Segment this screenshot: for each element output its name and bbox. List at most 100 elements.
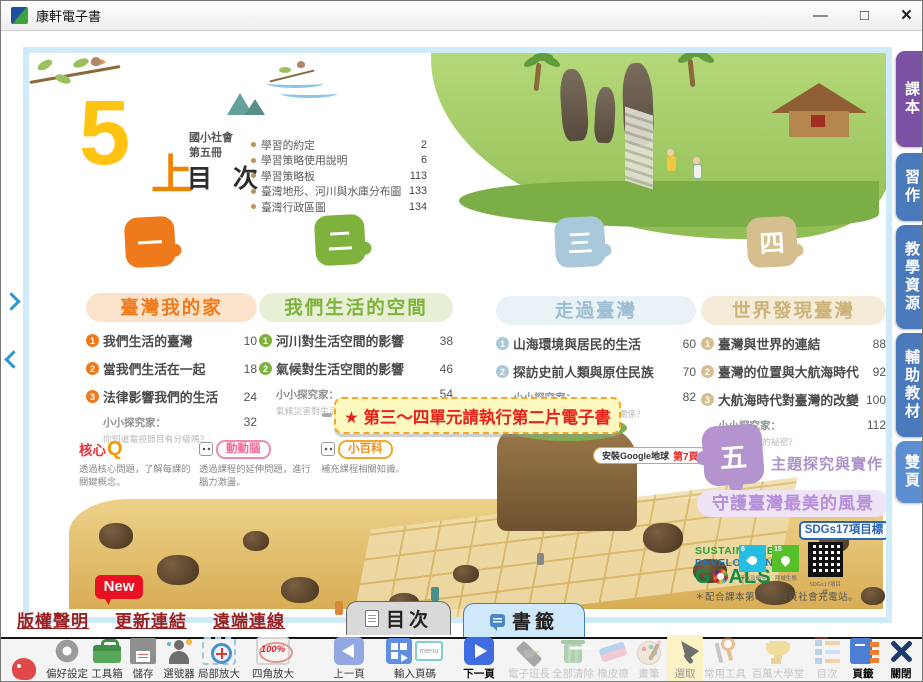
page-tabs-button[interactable]: 頁籤	[845, 635, 881, 682]
tab-dual-page[interactable]: 雙頁	[896, 441, 922, 503]
toolbox-button[interactable]: 工具箱	[89, 635, 125, 682]
previous-arrow-icon	[334, 637, 364, 665]
number-picker-button[interactable]: 選號器	[161, 635, 197, 682]
checklist-icon	[810, 637, 844, 665]
tab-workbook[interactable]: 習作	[896, 153, 922, 221]
update-link[interactable]: 更新連結	[115, 607, 187, 632]
tab-auxiliary-materials[interactable]: 輔助教材	[896, 333, 922, 437]
walking-person	[537, 553, 544, 565]
sdgs-17-goals-button[interactable]: SDGs17項目標	[799, 521, 886, 540]
compass-icon	[708, 637, 742, 665]
list-item: 學習策略板113	[251, 168, 427, 184]
unit1-stamp-icon: 一	[124, 216, 177, 269]
rock	[99, 523, 133, 549]
list-item: 學習策略使用說明6	[251, 153, 427, 169]
toc-entry: 1山海環境與居民的生活60	[496, 334, 696, 353]
maximize-button[interactable]: □	[860, 1, 869, 31]
tree-icon	[779, 554, 792, 567]
stone-stairs	[625, 106, 653, 189]
sdg-qr-code	[808, 542, 843, 577]
toc-entry: 2臺灣的位置與大航海時代92	[701, 362, 886, 381]
window-title: 康軒電子書	[36, 6, 101, 25]
unit4-title: 世界發現臺灣	[701, 296, 886, 325]
graduation-cap-icon	[512, 637, 546, 665]
page-canvas-frame: 5 上 國小社會 第五冊 目 次 學習的約定2 學習策略使用說明6 學習策略板1…	[23, 47, 892, 623]
area-zoom-button[interactable]: 局部放大	[197, 635, 241, 682]
mascot-icon	[12, 658, 36, 680]
hut-door	[811, 115, 825, 127]
clear-all-button[interactable]: 全部清除	[551, 635, 595, 682]
hill-shade	[459, 181, 879, 227]
save-button[interactable]: 儲存	[125, 635, 161, 682]
page-back-arrow[interactable]	[4, 350, 22, 368]
toc-entry: 1我們生活的臺灣10	[86, 331, 257, 350]
sdg-goal15-tile: 15	[772, 545, 799, 572]
toc-entry: 3法律影響我們的生活24	[86, 387, 257, 406]
select-tool-button[interactable]: 選取	[667, 635, 703, 682]
unit3-title: 走過臺灣	[496, 296, 696, 325]
remote-connection-link[interactable]: 遠端連線	[213, 607, 285, 632]
unit2-title: 我們生活的空間	[259, 293, 453, 322]
rock	[157, 555, 199, 585]
robot-mascot-icon	[199, 442, 213, 456]
walking-kid	[667, 149, 676, 171]
eraser-button[interactable]: 橡皮擦	[595, 635, 631, 682]
unit2-stamp-icon: 二	[314, 214, 367, 267]
pen-button[interactable]: 畫筆	[631, 635, 667, 682]
preferences-button[interactable]: 偏好設定	[45, 635, 89, 682]
title-bar: 康軒電子書	[1, 1, 923, 31]
tabbed-book-icon	[846, 637, 880, 665]
quiz-game-button[interactable]: 百萬大學堂	[747, 635, 809, 682]
rock	[643, 523, 683, 553]
close-window-button[interactable]: ×	[901, 1, 912, 31]
close-app-button[interactable]: 關閉	[881, 635, 921, 682]
toc-entry: 1臺灣與世界的連結88	[701, 334, 886, 353]
class-monitor-button[interactable]: 電子班長	[507, 635, 551, 682]
toc-entry: 2氣候對生活空間的影響46	[259, 359, 453, 378]
new-badge: New	[95, 575, 143, 599]
corner-zoom-button[interactable]: 100% 四角放大	[241, 635, 305, 682]
page-grid-icon: menu	[386, 637, 444, 665]
page-forward-arrow[interactable]	[2, 292, 20, 310]
list-item: 臺灣地形、河川與水庫分布圖133	[251, 184, 427, 200]
toc-entry: 2探訪史前人類與原住民族70	[496, 362, 696, 381]
standing-stone	[594, 87, 617, 144]
trophy-icon	[761, 637, 795, 665]
page-input-button[interactable]: menu 輸入頁碼	[379, 635, 451, 682]
feature-encyclopedia: 小百科 補充課程相關知識。	[321, 439, 439, 476]
series-label: 國小社會 第五冊	[189, 131, 233, 161]
tab-textbook[interactable]: 課本	[896, 51, 922, 147]
tab-teaching-resources[interactable]: 教學資源	[896, 225, 922, 329]
common-tools-button[interactable]: 常用工具	[703, 635, 747, 682]
rock	[243, 531, 269, 551]
eraser-icon	[596, 637, 630, 665]
palette-brush-icon	[632, 637, 666, 665]
bird-icon	[91, 57, 101, 66]
toc-entry: 3大航海時代對臺灣的改變100	[701, 390, 886, 409]
bookmark-icon	[490, 614, 505, 627]
minimize-button[interactable]: —	[813, 1, 828, 31]
rock	[281, 577, 319, 603]
walking-kid	[693, 157, 702, 179]
unit3-stamp-icon: 三	[554, 216, 607, 269]
toc-button[interactable]: 目次	[809, 635, 845, 682]
ebook-app-window: 康軒電子書 — □ ×	[0, 0, 923, 682]
bottom-toolbar: 偏好設定 工具箱 儲存 選號器 局部放大 100% 四角放大 上一頁	[1, 637, 923, 682]
next-page-button[interactable]: 下一頁	[451, 635, 507, 682]
unit1-items: 1我們生活的臺灣10 2當我們生活在一起18 3法律影響我們的生活24 小小探究…	[86, 331, 257, 445]
rock	[861, 587, 885, 605]
menu-box-icon: menu	[415, 641, 443, 661]
unit5-title: 主題探究與實作	[771, 453, 883, 474]
trash-icon	[556, 637, 590, 665]
person-picker-icon	[162, 637, 196, 665]
toolbox-icon	[90, 637, 124, 665]
cursor-icon	[668, 637, 702, 665]
previous-page-button[interactable]: 上一頁	[319, 635, 379, 682]
bottom-tab-bookmark[interactable]: 書籤	[463, 603, 585, 637]
sea-wave	[281, 89, 337, 98]
bottom-tab-toc[interactable]: 目次	[346, 601, 451, 635]
copyright-link[interactable]: 版權聲明	[17, 607, 89, 632]
mascot-button[interactable]	[3, 653, 45, 682]
kangxuan-logo-icon	[11, 7, 28, 24]
grade-number: 5	[79, 87, 130, 179]
